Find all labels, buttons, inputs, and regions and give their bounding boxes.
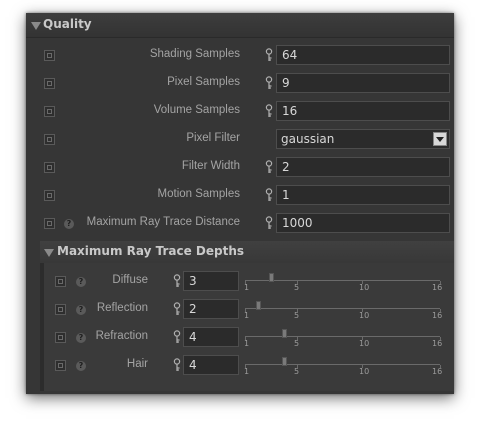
quality-section-header[interactable]: Quality	[26, 13, 454, 38]
motion-samples-label: Motion Samples	[157, 188, 240, 200]
key-icon[interactable]	[264, 188, 274, 202]
slider-tick-label: 10	[359, 311, 370, 320]
key-icon[interactable]	[264, 160, 274, 174]
slider-tick-label: 5	[294, 339, 300, 348]
lock-toggle-icon[interactable]	[44, 50, 55, 61]
pixel-samples-label: Pixel Samples	[167, 76, 240, 88]
reflection-depth-slider[interactable]	[245, 308, 440, 309]
refraction-slider-handle[interactable]	[282, 329, 287, 338]
help-icon[interactable]: ?	[64, 219, 74, 229]
lock-toggle-icon[interactable]	[44, 106, 55, 117]
key-icon[interactable]	[172, 330, 182, 344]
slider-tick-label: 1	[244, 311, 250, 320]
max-ray-trace-distance-label: Maximum Ray Trace Distance	[86, 216, 240, 228]
slider-tick-label: 5	[294, 311, 300, 320]
lock-toggle-icon[interactable]	[44, 78, 55, 89]
lock-toggle-icon[interactable]	[44, 134, 55, 145]
slider-tick-label: 5	[294, 283, 300, 292]
quality-section-title: Quality	[43, 17, 92, 31]
max-ray-trace-distance-input[interactable]: 1000	[276, 213, 450, 233]
lock-toggle-icon[interactable]	[55, 360, 66, 371]
slider-tick-label: 1	[244, 339, 250, 348]
lock-toggle-icon[interactable]	[55, 304, 66, 315]
key-icon[interactable]	[172, 358, 182, 372]
key-icon[interactable]	[264, 216, 274, 230]
reflection-depth-input[interactable]: 2	[183, 299, 239, 319]
hair-slider-handle[interactable]	[282, 357, 287, 366]
slider-tick-label: 10	[359, 339, 370, 348]
ray-trace-depths-header[interactable]: Maximum Ray Trace Depths	[40, 241, 454, 263]
motion-samples-input[interactable]: 1	[276, 185, 450, 205]
lock-toggle-icon[interactable]	[55, 332, 66, 343]
help-icon[interactable]: ?	[76, 333, 86, 343]
shading-samples-input[interactable]: 64	[276, 45, 450, 65]
section-indent-bar	[40, 263, 44, 391]
help-icon[interactable]: ?	[76, 277, 86, 287]
slider-tick-label: 1	[244, 283, 250, 292]
slider-tick-label: 10	[359, 367, 370, 376]
hair-depth-label: Hair	[126, 358, 148, 370]
refraction-depth-input[interactable]: 4	[183, 327, 239, 347]
key-icon[interactable]	[172, 302, 182, 316]
slider-tick-label: 16	[432, 367, 443, 376]
key-icon[interactable]	[264, 104, 274, 118]
pixel-filter-label: Pixel Filter	[186, 132, 240, 144]
volume-samples-label: Volume Samples	[153, 104, 240, 116]
key-icon[interactable]	[172, 274, 182, 288]
diffuse-slider-handle[interactable]	[269, 273, 274, 282]
key-icon[interactable]	[264, 48, 274, 62]
filter-width-label: Filter Width	[181, 160, 240, 172]
slider-tick-label: 16	[432, 311, 443, 320]
hair-depth-slider[interactable]	[245, 364, 440, 365]
slider-tick-label: 5	[294, 367, 300, 376]
pixel-filter-select[interactable]: gaussian	[276, 129, 450, 149]
hair-depth-input[interactable]: 4	[183, 355, 239, 375]
collapse-triangle-icon[interactable]	[44, 249, 54, 257]
dropdown-arrow-icon[interactable]	[433, 132, 447, 146]
lock-toggle-icon[interactable]	[44, 218, 55, 229]
refraction-depth-label: Refraction	[95, 330, 148, 342]
diffuse-depth-input[interactable]: 3	[183, 271, 239, 291]
help-icon[interactable]: ?	[76, 361, 86, 371]
filter-width-input[interactable]: 2	[276, 157, 450, 177]
slider-tick-label: 16	[432, 339, 443, 348]
reflection-slider-handle[interactable]	[256, 301, 261, 310]
volume-samples-input[interactable]: 16	[276, 101, 450, 121]
pixel-samples-input[interactable]: 9	[276, 73, 450, 93]
slider-tick-label: 10	[359, 283, 370, 292]
reflection-depth-label: Reflection	[96, 302, 148, 314]
collapse-triangle-icon[interactable]	[31, 22, 41, 30]
shading-samples-label: Shading Samples	[149, 48, 240, 60]
ray-trace-depths-title: Maximum Ray Trace Depths	[57, 244, 245, 258]
pixel-filter-value: gaussian	[281, 132, 335, 146]
diffuse-depth-label: Diffuse	[112, 274, 148, 286]
diffuse-depth-slider[interactable]	[245, 280, 440, 281]
lock-toggle-icon[interactable]	[44, 162, 55, 173]
lock-toggle-icon[interactable]	[44, 190, 55, 201]
lock-toggle-icon[interactable]	[55, 276, 66, 287]
slider-tick-label: 1	[244, 367, 250, 376]
refraction-depth-slider[interactable]	[245, 336, 440, 337]
help-icon[interactable]: ?	[76, 305, 86, 315]
render-settings-panel: Quality Shading Samples 64 Pixel Samples…	[26, 13, 454, 394]
slider-tick-label: 16	[432, 283, 443, 292]
key-icon[interactable]	[264, 76, 274, 90]
